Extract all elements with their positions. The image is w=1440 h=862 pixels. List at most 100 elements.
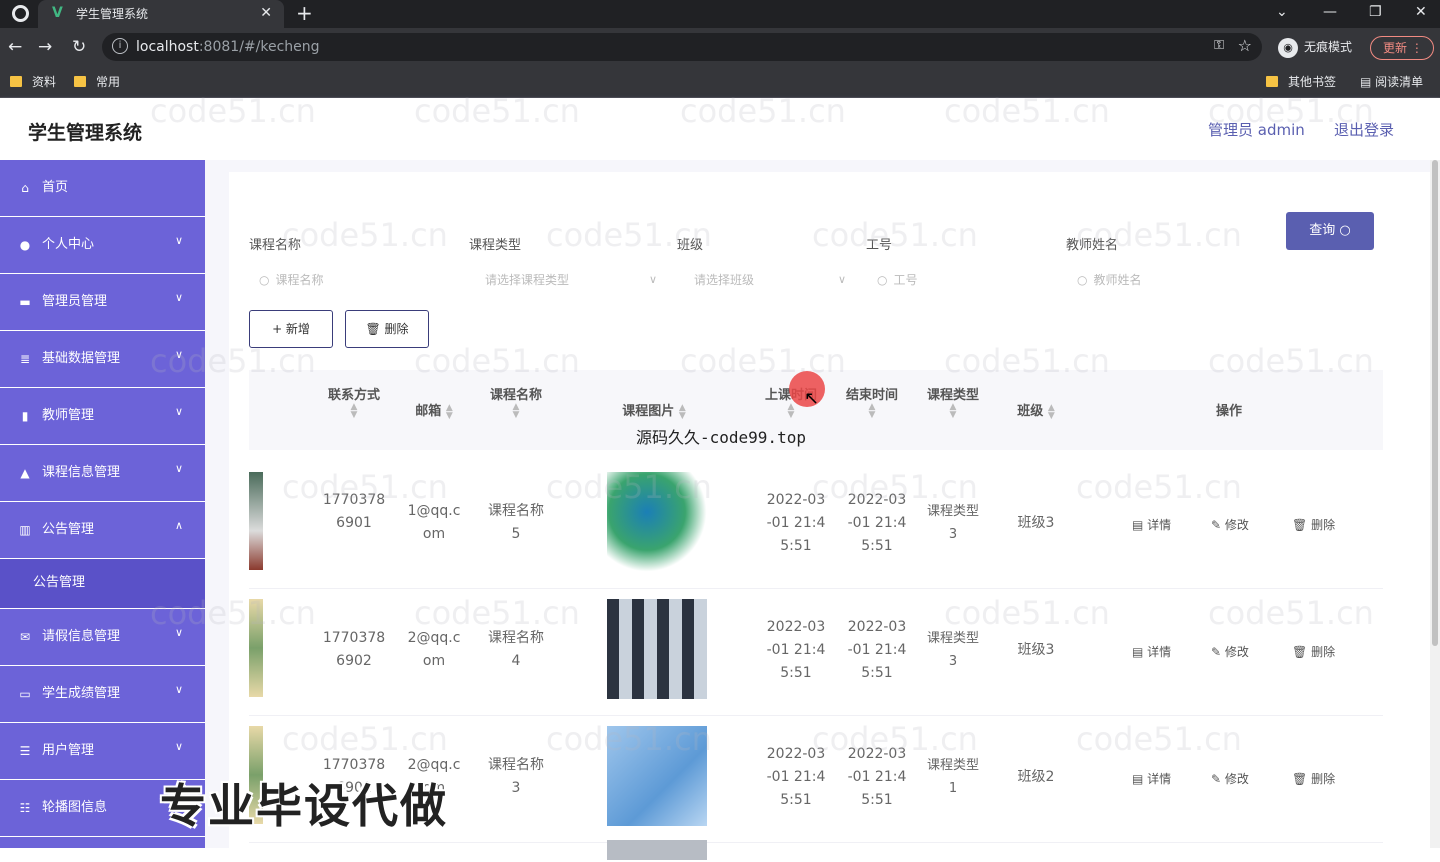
kebab-menu-icon: ⋮: [1410, 41, 1423, 55]
delete-button[interactable]: 🗑 删除: [1292, 516, 1335, 533]
chevron-down-icon: ∨: [648, 273, 657, 286]
reload-icon[interactable]: ↻: [72, 36, 86, 58]
th-email[interactable]: 邮箱 ▲ ▼: [399, 400, 469, 420]
browser-tab[interactable]: V 学生管理系统 ✕: [38, 0, 284, 28]
tab-close-icon[interactable]: ✕: [260, 4, 272, 22]
th-course-name[interactable]: 课程名称 ▲ ▼: [479, 384, 553, 420]
course-image[interactable]: [607, 726, 707, 826]
row-edge-image: [249, 599, 263, 697]
sidebar-item-notice[interactable]: ▥ 公告管理 ∧: [0, 502, 205, 559]
minimize-icon[interactable]: —: [1323, 2, 1337, 22]
address-bar[interactable]: i localhost:8081/#/kecheng ⚿ ☆: [102, 33, 1262, 61]
sidebar-item-leave[interactable]: ✉ 请假信息管理 ∨: [0, 609, 205, 666]
cell-start-time: 2022-03 -01 21:4 5:51: [766, 492, 826, 554]
table-row: 1770378 6901 1@qq.c om 课程名称 5 2022-03 -01 21…: [249, 462, 1383, 589]
folder-icon: [10, 76, 22, 87]
bookmark-star-icon[interactable]: ☆: [1238, 36, 1252, 55]
folder-icon: [1266, 76, 1278, 87]
sidebar-item-teacher[interactable]: ▮ 教师管理 ∨: [0, 388, 205, 445]
sidebar-item-basic-data[interactable]: ≣ 基础数据管理 ∨: [0, 331, 205, 388]
th-course-type[interactable]: 课程类型 ▲ ▼: [918, 384, 988, 420]
chevron-down-icon: ∨: [174, 234, 183, 247]
sidebar-subitem-notice[interactable]: 公告管理: [0, 559, 205, 609]
course-image[interactable]: [607, 472, 707, 572]
sidebar-item-home[interactable]: ⌂ 首页: [0, 160, 205, 217]
password-key-icon[interactable]: ⚿: [1214, 38, 1224, 53]
reading-list-icon: ▤: [1360, 75, 1372, 89]
mouse-cursor-icon: ↖: [804, 388, 820, 409]
detail-button[interactable]: ▤ 详情: [1132, 770, 1171, 787]
sort-icon: ▲ ▼: [1047, 402, 1055, 421]
course-image[interactable]: [607, 599, 707, 699]
add-button[interactable]: + 新增: [249, 310, 333, 348]
sidebar-item-admin[interactable]: ▬ 管理员管理 ∨: [0, 274, 205, 331]
th-phone[interactable]: 联系方式 ▲ ▼: [319, 384, 389, 420]
batch-delete-button[interactable]: 🗑 删除: [345, 310, 429, 348]
sidebar-item-course[interactable]: ▲ 课程信息管理 ∨: [0, 445, 205, 502]
card-icon: ▬: [19, 295, 31, 309]
sidebar-item-profile[interactable]: ● 个人中心 ∨: [0, 217, 205, 274]
document-icon: ▤: [1132, 772, 1144, 786]
detail-button[interactable]: ▤ 详情: [1132, 643, 1171, 660]
bookmark-folder-changyong[interactable]: 常用: [74, 74, 120, 90]
browser-toolbar: ← → ↻ i localhost:8081/#/kecheng ⚿ ☆ ◉ 无痕…: [0, 28, 1440, 66]
edit-button[interactable]: ✎ 修改: [1211, 516, 1249, 533]
edit-button[interactable]: ✎ 修改: [1211, 643, 1249, 660]
th-end-time[interactable]: 结束时间 ▲ ▼: [837, 384, 907, 420]
menu-icon: ☰: [19, 744, 31, 758]
filter-label-work-no: 工号: [866, 238, 893, 253]
document-icon: ▤: [1132, 518, 1144, 532]
teacher-name-input[interactable]: ○ 教师姓名: [1077, 268, 1247, 292]
tab-search-icon[interactable]: ⌄: [1276, 2, 1288, 22]
trash-icon: 🗑: [365, 322, 381, 336]
th-course-image[interactable]: 课程图片 ▲ ▼: [589, 400, 719, 420]
chart-icon: ▥: [19, 523, 31, 537]
work-no-input[interactable]: ○ 工号: [877, 268, 1047, 292]
cell-course-type: 课程类型 3: [926, 504, 979, 542]
chevron-down-icon: ∨: [174, 405, 183, 418]
row-edge-image: [249, 472, 263, 570]
bookmark-folder-ziliao[interactable]: 资料: [10, 74, 56, 90]
bookmark-folder-other[interactable]: 其他书签: [1266, 74, 1336, 90]
cell-end-time: 2022-03 -01 21:4 5:51: [847, 492, 907, 554]
sort-icon: ▲ ▼: [868, 402, 876, 420]
incognito-indicator[interactable]: ◉ 无痕模式: [1278, 37, 1352, 58]
course-image[interactable]: [607, 840, 707, 860]
stamp-overlay-text: 专业毕设代做: [160, 779, 448, 833]
forward-icon[interactable]: →: [38, 36, 52, 58]
query-button[interactable]: 查询 ○: [1286, 212, 1374, 250]
cell-end-time: 2022-03 -01 21:4 5:51: [847, 746, 907, 808]
scrollbar-thumb[interactable]: [1432, 160, 1438, 646]
site-info-icon[interactable]: i: [112, 38, 128, 54]
back-icon[interactable]: ←: [8, 36, 22, 58]
search-icon: ○: [1077, 273, 1088, 287]
delete-button[interactable]: 🗑 删除: [1292, 770, 1335, 787]
edit-button[interactable]: ✎ 修改: [1211, 770, 1249, 787]
sidebar-item-scores[interactable]: ▭ 学生成绩管理 ∨: [0, 666, 205, 723]
trash-icon: 🗑: [1292, 772, 1308, 786]
sort-icon: ▲ ▼: [350, 402, 358, 420]
trash-icon: 🗑: [1292, 645, 1308, 659]
filter-label-course-type: 课程类型: [469, 238, 522, 253]
window-close-icon[interactable]: ✕: [1415, 2, 1427, 22]
main-content: 课程名称 ○ 课程名称 课程类型 请选择课程类型 ∨ 班级 请选择班级 ∨ 工号 ○ 工…: [205, 160, 1440, 862]
course-type-select[interactable]: 请选择课程类型 ∨: [485, 268, 657, 292]
logout-link[interactable]: 退出登录: [1334, 119, 1394, 140]
pencil-icon: ✎: [1211, 772, 1222, 786]
delete-button[interactable]: 🗑 删除: [1292, 643, 1335, 660]
course-name-input[interactable]: ○ 课程名称: [259, 268, 439, 292]
incognito-icon: ◉: [1278, 37, 1298, 58]
new-tab-icon[interactable]: +: [296, 2, 313, 24]
th-class[interactable]: 班级 ▲ ▼: [1001, 400, 1071, 420]
filter-label-teacher: 教师姓名: [1066, 238, 1119, 253]
trash-icon: 🗑: [1292, 518, 1308, 532]
restore-icon[interactable]: ❐: [1369, 2, 1382, 22]
update-button[interactable]: 更新 ⋮: [1370, 36, 1434, 60]
reading-list[interactable]: ▤ 阅读清单: [1360, 74, 1423, 90]
class-select[interactable]: 请选择班级 ∨: [694, 268, 846, 292]
pencil-icon: ✎: [1211, 645, 1222, 659]
filter-label-class: 班级: [677, 238, 704, 253]
detail-button[interactable]: ▤ 详情: [1132, 516, 1171, 533]
url-text: localhost:8081/#/kecheng: [136, 39, 320, 55]
page-scrollbar[interactable]: [1430, 160, 1440, 848]
